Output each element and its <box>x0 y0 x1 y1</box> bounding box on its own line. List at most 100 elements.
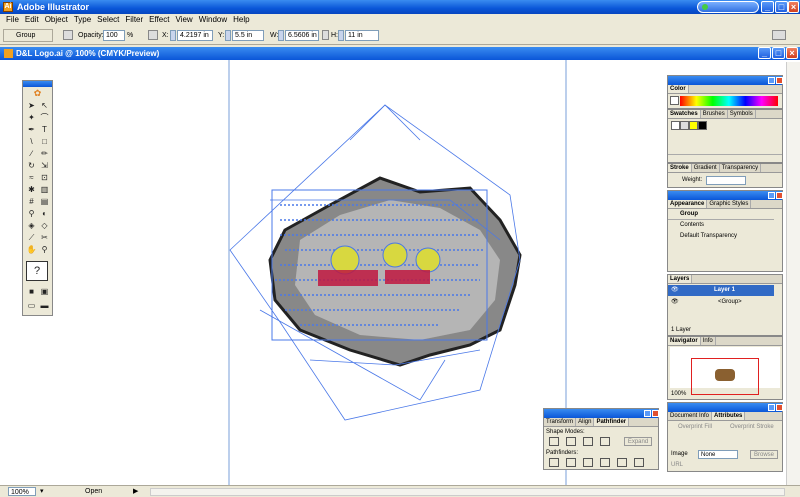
doc-minimize-button[interactable]: _ <box>758 47 771 59</box>
attributes-panel-header[interactable] <box>668 403 783 412</box>
weight-field[interactable] <box>706 176 746 185</box>
doc-maximize-button[interactable]: □ <box>772 47 785 59</box>
panel-close-button[interactable] <box>776 404 783 411</box>
crop-icon[interactable] <box>600 458 610 467</box>
visibility-eye-icon[interactable]: 👁 <box>671 285 679 296</box>
fill-stroke-icon[interactable]: ? <box>26 261 48 281</box>
scale-tool-icon[interactable]: ⇲ <box>39 161 50 171</box>
pencil-tool-icon[interactable]: ✏ <box>39 149 50 159</box>
panel-close-button[interactable] <box>776 192 783 199</box>
layer-name[interactable]: Layer 1 <box>714 285 735 296</box>
visibility-eye-icon[interactable]: 👁 <box>671 297 679 308</box>
panel-min-button[interactable] <box>768 77 775 84</box>
color-spectrum-bar[interactable] <box>680 96 778 106</box>
color-panel-header[interactable] <box>668 76 783 85</box>
live-paint-selection-tool-icon[interactable]: ◇ <box>39 221 50 231</box>
menu-view[interactable]: View <box>172 14 195 26</box>
navigator-preview[interactable] <box>670 347 780 395</box>
pen-tool-icon[interactable]: ✒ <box>26 125 37 135</box>
tab-align[interactable]: Align <box>576 418 595 426</box>
hand-tool-icon[interactable]: ✋ <box>26 245 37 255</box>
graffiti-logo[interactable] <box>229 104 522 421</box>
tab-swatches[interactable]: Swatches <box>668 110 701 118</box>
x-spinner[interactable] <box>170 30 176 41</box>
rotate-tool-icon[interactable]: ↻ <box>26 161 37 171</box>
browse-button[interactable]: Browse <box>750 450 778 459</box>
vertical-scrollbar[interactable] <box>786 62 800 485</box>
panel-min-button[interactable] <box>768 404 775 411</box>
color-mode-icon[interactable]: ■ <box>26 287 37 297</box>
appearance-item-transparency[interactable]: Default Transparency <box>680 232 737 241</box>
horizontal-scrollbar[interactable] <box>150 488 785 496</box>
rectangle-tool-icon[interactable]: □ <box>39 137 50 147</box>
panel-close-button[interactable] <box>776 77 783 84</box>
h-field[interactable]: 11 in <box>345 30 379 41</box>
screen-mode-icon[interactable]: ▭ <box>26 301 37 311</box>
eyedropper-tool-icon[interactable]: ⚲ <box>26 209 37 219</box>
menu-window[interactable]: Window <box>196 14 230 26</box>
w-field[interactable]: 6.5606 in <box>285 30 319 41</box>
tab-pathfinder[interactable]: Pathfinder <box>594 418 630 426</box>
tab-info[interactable]: Info <box>701 337 716 345</box>
zoom-tool-icon[interactable]: ⚲ <box>39 245 50 255</box>
appearance-panel-header[interactable] <box>668 191 783 200</box>
doc-close-button[interactable]: × <box>786 47 798 59</box>
w-spinner[interactable] <box>278 30 284 41</box>
tab-gradient[interactable]: Gradient <box>692 164 720 172</box>
isolate-icon[interactable] <box>63 30 73 40</box>
trim-icon[interactable] <box>566 458 576 467</box>
expand-button[interactable]: Expand <box>624 437 652 446</box>
blend-tool-icon[interactable]: ◐ <box>39 209 50 219</box>
menu-help[interactable]: Help <box>230 14 252 26</box>
tab-transform[interactable]: Transform <box>544 418 577 426</box>
swatch-registration[interactable] <box>680 121 689 130</box>
h-spinner[interactable] <box>338 30 344 41</box>
swatch-black[interactable] <box>698 121 707 130</box>
gradient-mode-icon[interactable]: ▣ <box>39 287 50 297</box>
reference-point-icon[interactable] <box>148 30 158 40</box>
exclude-shape-icon[interactable] <box>600 437 610 446</box>
image-map-select[interactable]: None <box>698 450 738 459</box>
tab-appearance[interactable]: Appearance <box>668 200 708 208</box>
tab-graphic-styles[interactable]: Graphic Styles <box>707 200 752 208</box>
selection-tool-icon[interactable]: ➤ <box>26 101 37 111</box>
line-tool-icon[interactable]: \ <box>26 137 37 147</box>
mesh-tool-icon[interactable]: # <box>26 197 37 207</box>
tab-navigator[interactable]: Navigator <box>668 337 701 345</box>
appearance-item-group[interactable]: Group <box>680 210 698 219</box>
divide-icon[interactable] <box>549 458 559 467</box>
tab-symbols[interactable]: Symbols <box>728 110 756 118</box>
tab-transparency[interactable]: Transparency <box>720 164 762 172</box>
free-transform-tool-icon[interactable]: ⊡ <box>39 173 50 183</box>
swatch-yellow[interactable] <box>689 121 698 130</box>
panel-close-button[interactable] <box>652 410 659 417</box>
slice-tool-icon[interactable]: ⟋ <box>26 233 37 243</box>
sublayer-row[interactable]: 👁 <Group> <box>668 297 774 308</box>
pathfinder-panel-header[interactable] <box>544 409 659 418</box>
subtract-shape-icon[interactable] <box>566 437 576 446</box>
zoom-field[interactable]: 100% <box>8 487 36 496</box>
overprint-fill-checkbox[interactable]: Overprint Fill <box>678 423 712 432</box>
tab-attributes[interactable]: Attributes <box>712 412 746 420</box>
y-spinner[interactable] <box>225 30 231 41</box>
y-field[interactable]: 5.5 in <box>232 30 264 41</box>
constrain-link-icon[interactable] <box>322 30 329 40</box>
none-swatch[interactable] <box>670 96 679 105</box>
status-menu-icon[interactable]: ▶ <box>133 487 138 496</box>
maximize-button[interactable]: □ <box>775 1 788 13</box>
paintbrush-tool-icon[interactable]: ∕ <box>26 149 37 159</box>
menu-type[interactable]: Type <box>71 14 94 26</box>
overprint-stroke-checkbox[interactable]: Overprint Stroke <box>730 423 774 432</box>
outline-icon[interactable] <box>617 458 627 467</box>
tab-document-info[interactable]: Document Info <box>668 412 713 420</box>
x-field[interactable]: 4.2197 in <box>177 30 213 41</box>
sublayer-name[interactable]: <Group> <box>718 297 742 308</box>
intersect-shape-icon[interactable] <box>583 437 593 446</box>
full-screen-mode-icon[interactable]: ▬ <box>39 301 50 311</box>
appearance-item-contents[interactable]: Contents <box>680 221 704 230</box>
gradient-tool-icon[interactable]: ▤ <box>39 197 50 207</box>
zoom-dropdown-icon[interactable]: ▾ <box>40 487 44 496</box>
tab-color[interactable]: Color <box>668 85 689 93</box>
menu-effect[interactable]: Effect <box>146 14 172 26</box>
warp-tool-icon[interactable]: ≈ <box>26 173 37 183</box>
